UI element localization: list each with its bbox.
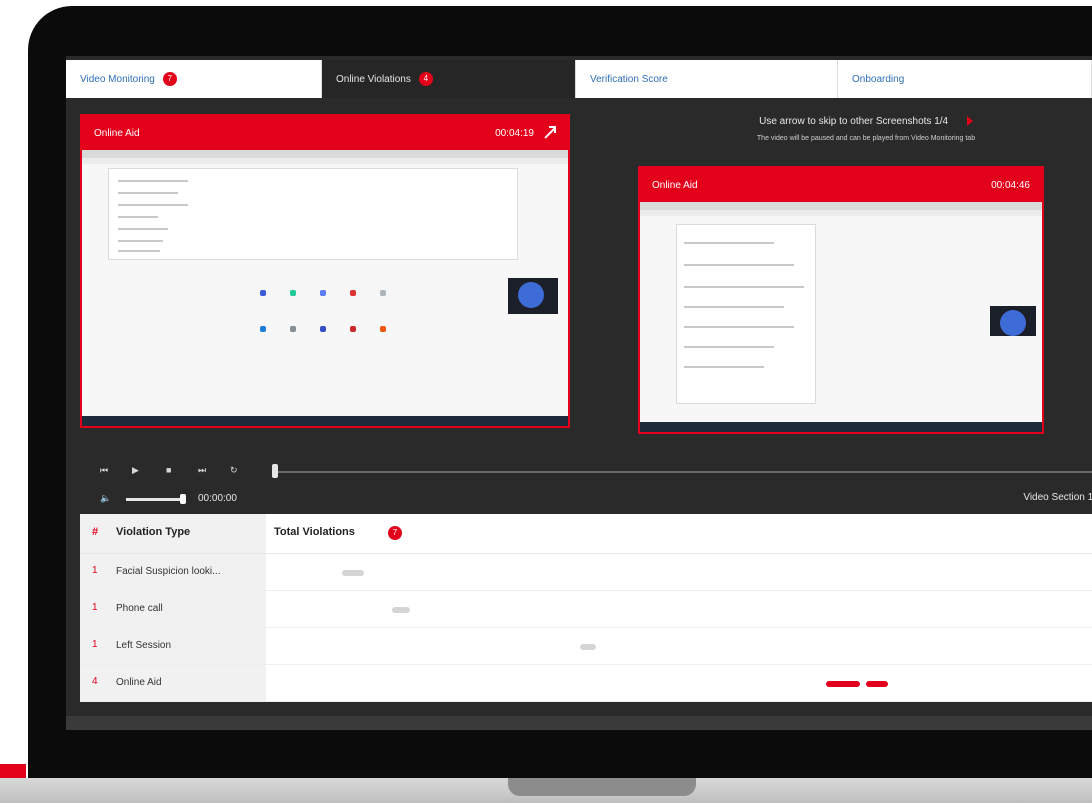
- screenshot-panel-left[interactable]: Online Aid 00:04:19: [80, 114, 570, 428]
- screen: Video Monitoring 7 Online Violations 4 V…: [66, 56, 1092, 716]
- row-label: Phone call: [116, 603, 163, 614]
- row-number: 4: [92, 676, 98, 687]
- tab-badge: 4: [418, 72, 433, 86]
- header-number: #: [92, 526, 99, 538]
- stop-icon[interactable]: ■: [166, 465, 171, 475]
- table-row[interactable]: 1 Facial Suspicion looki...: [80, 554, 1092, 591]
- header-total-violations: Total Violations: [274, 526, 355, 538]
- tab-verification-score[interactable]: Verification Score: [576, 60, 838, 98]
- tab-bar: Video Monitoring 7 Online Violations 4 V…: [66, 60, 1092, 98]
- row-number: 1: [92, 565, 98, 576]
- row-label: Left Session: [116, 640, 172, 651]
- total-badge: 7: [388, 526, 402, 540]
- panel-title: Online Aid: [652, 179, 698, 191]
- header-violation-type: Violation Type: [116, 526, 191, 538]
- screenshot-panel-right[interactable]: Online Aid 00:04:46: [638, 166, 1044, 434]
- violation-marker[interactable]: [392, 607, 410, 613]
- row-label: Online Aid: [116, 677, 162, 688]
- violation-marker[interactable]: [342, 570, 364, 576]
- play-icon[interactable]: ▶: [132, 465, 139, 476]
- tab-online-violations[interactable]: Online Violations 4: [322, 60, 576, 98]
- brand-strip: [0, 764, 26, 778]
- tab-label: Video Monitoring: [80, 73, 155, 85]
- video-section-label: Video Section 1/: [1023, 492, 1092, 503]
- panel-header: Online Aid 00:04:19: [82, 116, 568, 150]
- table-row[interactable]: 1 Left Session: [80, 628, 1092, 665]
- webcam-thumbnail: [990, 306, 1036, 336]
- timeline-track[interactable]: [276, 471, 1092, 473]
- table-row[interactable]: 4 Online Aid: [80, 665, 1092, 702]
- tab-badge: 7: [162, 72, 177, 86]
- violation-marker[interactable]: [826, 681, 860, 687]
- violation-marker[interactable]: [580, 644, 596, 650]
- laptop-notch: [508, 778, 696, 796]
- tab-onboarding[interactable]: Onboarding: [838, 60, 1092, 98]
- tab-video-monitoring[interactable]: Video Monitoring 7: [66, 60, 322, 98]
- screen-bottom-bar: [66, 716, 1092, 730]
- table-row[interactable]: 1 Phone call: [80, 591, 1092, 628]
- loop-icon[interactable]: ↻: [230, 465, 238, 476]
- table-header: # Violation Type Total Violations 7: [80, 514, 1092, 554]
- screenshot-hint: Use arrow to skip to other Screenshots 1…: [646, 116, 1086, 142]
- timeline-handle[interactable]: [272, 464, 278, 478]
- panel-time: 00:04:46: [991, 179, 1030, 191]
- hint-line-2: The video will be paused and can be play…: [756, 135, 976, 142]
- player-time: 00:00:00: [198, 493, 237, 504]
- stage: Video Monitoring 7 Online Violations 4 V…: [0, 0, 1092, 803]
- webcam-thumbnail: [508, 278, 558, 314]
- volume-handle[interactable]: [180, 494, 186, 504]
- video-player-controls: ⏮ ▶ ■ ⏭ ↻ 🔈 00:00:00 Video Section 1/: [96, 460, 1092, 510]
- volume-icon[interactable]: 🔈: [100, 493, 111, 504]
- row-number: 1: [92, 602, 98, 613]
- tab-label: Verification Score: [590, 73, 668, 85]
- expand-icon[interactable]: [542, 126, 556, 140]
- skip-forward-icon[interactable]: ⏭: [198, 465, 206, 476]
- screenshot-image: [82, 150, 568, 426]
- row-number: 1: [92, 639, 98, 650]
- tab-label: Online Violations: [336, 73, 411, 85]
- row-label: Facial Suspicion looki...: [116, 566, 221, 577]
- hint-line-1: Use arrow to skip to other Screenshots 1…: [759, 116, 949, 127]
- tab-label: Onboarding: [852, 73, 905, 85]
- next-arrow-icon[interactable]: [966, 116, 973, 127]
- panel-title: Online Aid: [94, 127, 140, 139]
- panel-time: 00:04:19: [495, 127, 534, 139]
- screenshot-image: [640, 202, 1042, 432]
- panel-header: Online Aid 00:04:46: [640, 168, 1042, 202]
- skip-back-icon[interactable]: ⏮: [100, 465, 108, 476]
- volume-slider[interactable]: [126, 498, 182, 501]
- violation-marker[interactable]: [866, 681, 888, 687]
- violations-table: # Violation Type Total Violations 7 1 Fa…: [80, 514, 1092, 702]
